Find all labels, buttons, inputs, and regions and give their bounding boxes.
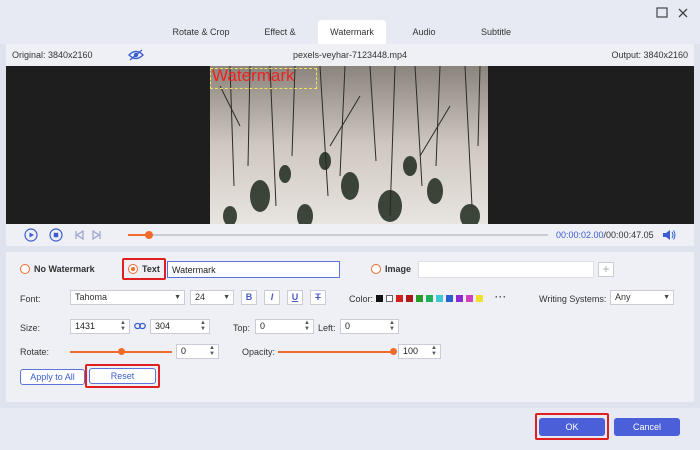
- top-bar: Rotate & Crop Effect & Filter Watermark …: [0, 0, 700, 61]
- tab-effect-filter[interactable]: Effect & Filter: [244, 20, 316, 61]
- left-stepper[interactable]: 0 ▲ ▼: [340, 319, 399, 334]
- bold-button[interactable]: B: [241, 290, 257, 305]
- opacity-spin-icon[interactable]: ▲ ▼: [430, 345, 438, 358]
- rotate-slider-thumb[interactable]: [118, 348, 125, 355]
- width-value: 1431: [75, 321, 96, 331]
- video-preview: Original: 3840x2160 pexels-veyhar-712344…: [6, 44, 694, 224]
- apply-to-all-button[interactable]: Apply to All: [20, 369, 85, 385]
- watermark-editor-window: Rotate & Crop Effect & Filter Watermark …: [0, 0, 700, 450]
- top-stepper[interactable]: 0 ▲ ▼: [255, 319, 314, 334]
- color-swatch[interactable]: [456, 295, 463, 302]
- size-label: Size:: [20, 323, 41, 333]
- color-swatch[interactable]: [446, 295, 453, 302]
- font-label: Font:: [20, 294, 41, 304]
- left-value: 0: [345, 321, 351, 331]
- font-size-select[interactable]: 24: [190, 290, 234, 305]
- underline-button[interactable]: U: [287, 290, 303, 305]
- rotate-spin-icon[interactable]: ▲ ▼: [208, 345, 216, 358]
- font-size-value: 24: [195, 292, 206, 302]
- color-swatch[interactable]: [426, 295, 433, 302]
- time-display: 00:00:02.00/00:00:47.05: [556, 230, 654, 240]
- image-label: Image: [385, 264, 412, 274]
- add-image-button[interactable]: +: [598, 262, 614, 277]
- text-label: Text: [142, 264, 160, 274]
- italic-button[interactable]: I: [264, 290, 280, 305]
- height-value: 304: [155, 321, 171, 331]
- text-radio[interactable]: [128, 264, 138, 274]
- image-path-input[interactable]: [418, 261, 594, 278]
- progress-thumb[interactable]: [145, 231, 153, 239]
- top-label: Top:: [233, 323, 251, 333]
- volume-icon[interactable]: [662, 229, 676, 241]
- width-stepper[interactable]: 1431 ▲ ▼: [70, 319, 130, 334]
- opacity-value: 100: [403, 346, 419, 356]
- current-time: 00:00:02.00: [556, 230, 604, 240]
- preview-info-bar: Original: 3840x2160 pexels-veyhar-712344…: [6, 44, 694, 66]
- tab-watermark[interactable]: Watermark: [318, 20, 386, 44]
- rotate-stepper[interactable]: 0 ▲ ▼: [176, 344, 219, 359]
- tab-subtitle[interactable]: Subtitle: [462, 20, 530, 44]
- stop-icon[interactable]: [49, 228, 63, 242]
- left-label: Left:: [318, 323, 336, 333]
- opacity-label: Opacity:: [242, 347, 276, 357]
- progress-track[interactable]: [128, 231, 548, 239]
- reset-button[interactable]: Reset: [89, 368, 156, 384]
- video-frame: Watermark: [210, 66, 488, 224]
- height-spin-icon[interactable]: ▲ ▼: [199, 320, 207, 333]
- watermark-text-input[interactable]: [167, 261, 340, 278]
- tab-audio[interactable]: Audio: [388, 20, 460, 44]
- next-frame-icon[interactable]: [90, 228, 104, 242]
- output-resolution: Output: 3840x2160: [611, 50, 688, 60]
- tab-bar: Rotate & Crop Effect & Filter Watermark …: [160, 20, 532, 61]
- color-swatch[interactable]: [376, 295, 383, 302]
- strikethrough-button[interactable]: T: [310, 290, 326, 305]
- opacity-slider-thumb[interactable]: [390, 348, 397, 355]
- previous-frame-icon[interactable]: [72, 228, 86, 242]
- no-watermark-label: No Watermark: [34, 264, 95, 274]
- color-swatch[interactable]: [436, 295, 443, 302]
- tab-rotate-crop[interactable]: Rotate & Crop: [160, 20, 242, 44]
- maximize-icon[interactable]: [655, 6, 669, 20]
- opacity-slider[interactable]: [278, 351, 394, 353]
- play-icon[interactable]: [24, 228, 38, 242]
- cancel-button[interactable]: Cancel: [614, 418, 680, 436]
- writing-systems-value: Any: [615, 292, 631, 302]
- writing-systems-select[interactable]: Any: [610, 290, 674, 305]
- color-swatch[interactable]: [396, 295, 403, 302]
- color-swatch[interactable]: [386, 295, 393, 302]
- forest-scene-image: [210, 66, 488, 224]
- top-spin-icon[interactable]: ▲ ▼: [303, 320, 311, 333]
- link-icon[interactable]: [134, 321, 146, 331]
- left-spin-icon[interactable]: ▲ ▼: [388, 320, 396, 333]
- font-family-select[interactable]: Tahoma: [70, 290, 185, 305]
- height-stepper[interactable]: 304 ▲ ▼: [150, 319, 210, 334]
- image-radio[interactable]: [371, 264, 381, 274]
- font-family-value: Tahoma: [75, 292, 108, 302]
- playback-bar: 00:00:02.00/00:00:47.05: [6, 224, 694, 246]
- opacity-stepper[interactable]: 100 ▲ ▼: [398, 344, 441, 359]
- color-swatch[interactable]: [406, 295, 413, 302]
- total-time: /00:00:47.05: [603, 230, 654, 240]
- width-spin-icon[interactable]: ▲ ▼: [119, 320, 127, 333]
- color-swatch[interactable]: [466, 295, 473, 302]
- close-icon[interactable]: [676, 6, 690, 20]
- color-swatch[interactable]: [476, 295, 483, 302]
- no-watermark-radio[interactable]: [20, 264, 30, 274]
- more-colors-button[interactable]: ···: [495, 292, 507, 302]
- writing-systems-label: Writing Systems:: [539, 294, 607, 304]
- rotate-value: 0: [181, 346, 187, 356]
- rotate-label: Rotate:: [20, 347, 50, 357]
- top-value: 0: [260, 321, 266, 331]
- file-name: pexels-veyhar-7123448.mp4: [292, 50, 408, 60]
- watermark-overlay-text[interactable]: Watermark: [212, 66, 295, 86]
- color-swatch[interactable]: [416, 295, 423, 302]
- color-label: Color:: [349, 294, 374, 304]
- ok-button[interactable]: OK: [539, 418, 605, 436]
